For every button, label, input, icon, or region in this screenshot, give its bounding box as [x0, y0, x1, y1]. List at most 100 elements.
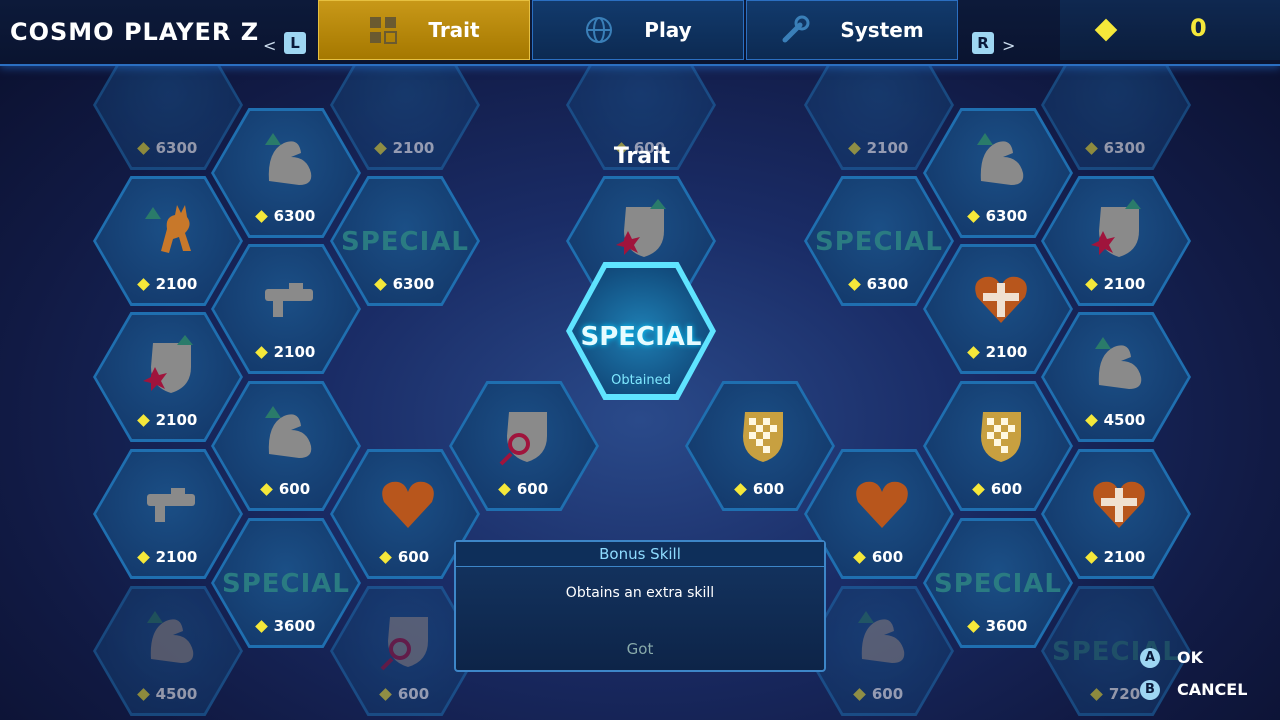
tab-system[interactable]: System	[746, 0, 958, 60]
trait-hex[interactable]: 2100	[93, 176, 243, 306]
trait-price-value: 2100	[985, 343, 1028, 361]
trait-hex[interactable]: SPECIAL 6300	[330, 176, 480, 306]
gem-icon	[254, 210, 268, 223]
muscle-arm-icon	[1089, 335, 1149, 397]
trait-price-value: 2100	[155, 411, 198, 429]
gem-icon	[136, 278, 150, 291]
trait-price: 2100	[926, 343, 1070, 361]
trait-hex[interactable]: SPECIAL 720	[1041, 586, 1191, 716]
heart-icon	[378, 472, 438, 534]
trait-price: 6300	[1044, 139, 1188, 157]
trait-price-value: 600	[871, 548, 904, 566]
trait-price: 3600	[926, 617, 1070, 635]
trait-hex[interactable]: 600	[449, 381, 599, 511]
trait-price-value: 6300	[155, 139, 198, 157]
gem-icon	[136, 142, 150, 155]
trait-price-value: 6300	[866, 275, 909, 293]
tab-system-label: System	[840, 18, 924, 42]
trait-price-value: 720	[1108, 685, 1141, 703]
trait-price-value: 6300	[1103, 139, 1146, 157]
trait-hex[interactable]: 2100	[93, 449, 243, 579]
selected-trait-hex[interactable]: SPECIAL Obtained	[566, 262, 716, 400]
trait-price: 6300	[926, 207, 1070, 225]
gem-icon	[1084, 142, 1098, 155]
trait-hex-body: 2100	[1044, 452, 1188, 576]
got-button[interactable]: Got	[456, 640, 824, 658]
trait-price: 3600	[214, 617, 358, 635]
cancel-hint[interactable]: CANCEL	[1177, 680, 1247, 699]
shield-target-icon	[497, 404, 557, 466]
trait-hex[interactable]: 4500	[1041, 312, 1191, 442]
gem-icon	[966, 210, 980, 223]
top-bar: COSMO PLAYER Z < L Trait Play System R >…	[0, 0, 1280, 66]
trait-hex-body: 4500	[96, 589, 240, 713]
trait-hex-body: 600	[807, 589, 951, 713]
shield-checker-icon	[971, 404, 1031, 466]
trait-hex-body: SPECIAL 3600	[926, 521, 1070, 645]
blaster-icon	[259, 267, 319, 329]
trait-hex[interactable]: 600	[685, 381, 835, 511]
currency-value: 0	[1190, 14, 1207, 42]
trait-hex[interactable]: 2100	[211, 244, 361, 374]
trait-price: 6300	[807, 275, 951, 293]
trait-hex-body: SPECIAL 720	[1044, 589, 1188, 713]
trait-hex[interactable]: SPECIAL 3600	[923, 518, 1073, 648]
shield-checker-icon	[733, 404, 793, 466]
gem-icon	[136, 551, 150, 564]
trait-price-value: 600	[752, 480, 785, 498]
ok-hint[interactable]: OK	[1177, 648, 1203, 667]
shield-burst-icon	[1089, 199, 1149, 261]
b-button-icon: B	[1140, 680, 1160, 700]
trait-hex[interactable]: 6300	[923, 108, 1073, 238]
trait-hex[interactable]: 600	[211, 381, 361, 511]
r-button-icon[interactable]: R	[972, 32, 994, 54]
trait-hex[interactable]: 4500	[93, 586, 243, 716]
trait-price-value: 600	[516, 480, 549, 498]
trait-hex[interactable]: SPECIAL 3600	[211, 518, 361, 648]
special-label: SPECIAL	[934, 569, 1062, 599]
trait-price: 600	[926, 480, 1070, 498]
trait-price: 600	[807, 548, 951, 566]
trait-hex-body: SPECIAL 6300	[333, 179, 477, 303]
trait-hex-body: 2100	[926, 247, 1070, 371]
special-label: SPECIAL	[1052, 637, 1180, 667]
gem-icon	[378, 688, 392, 701]
heart-cross-icon	[1089, 472, 1149, 534]
l-button-icon[interactable]: L	[284, 32, 306, 54]
trait-hex[interactable]: 600	[923, 381, 1073, 511]
left-arrow-icon: <	[263, 36, 277, 55]
gem-icon	[847, 278, 861, 291]
heart-cross-icon	[971, 267, 1031, 329]
trait-price: 2100	[214, 343, 358, 361]
trait-hex[interactable]: 600	[804, 586, 954, 716]
trait-hex[interactable]: 600	[804, 449, 954, 579]
trait-price-value: 600	[397, 685, 430, 703]
trait-hex[interactable]: SPECIAL 6300	[804, 176, 954, 306]
trait-hex-body: 600	[688, 384, 832, 508]
trait-hex[interactable]: 2100	[1041, 176, 1191, 306]
trait-hex[interactable]: 2100	[923, 244, 1073, 374]
trait-price: 6300	[96, 139, 240, 157]
trait-price-value: 600	[871, 685, 904, 703]
gem-icon	[378, 551, 392, 564]
trait-price: 600	[452, 480, 596, 498]
special-label: SPECIAL	[341, 227, 469, 257]
tab-play[interactable]: Play	[532, 0, 744, 60]
trait-hex-body: 6300	[926, 111, 1070, 235]
tab-trait[interactable]: Trait	[318, 0, 530, 60]
trait-price-value: 6300	[273, 207, 316, 225]
trait-hex[interactable]: 2100	[1041, 449, 1191, 579]
trait-price-value: 2100	[273, 343, 316, 361]
tab-play-label: Play	[644, 18, 692, 42]
shield-burst-icon	[141, 335, 201, 397]
trait-hex[interactable]: 2100	[93, 312, 243, 442]
currency-panel	[1060, 0, 1280, 60]
gem-icon	[852, 688, 866, 701]
popup-title: Bonus Skill	[456, 542, 824, 567]
trait-price-value: 6300	[392, 275, 435, 293]
trait-price: 2100	[96, 411, 240, 429]
trait-price-value: 4500	[155, 685, 198, 703]
gem-icon	[497, 483, 511, 496]
trait-price: 600	[807, 685, 951, 703]
trait-hex[interactable]: 6300	[211, 108, 361, 238]
